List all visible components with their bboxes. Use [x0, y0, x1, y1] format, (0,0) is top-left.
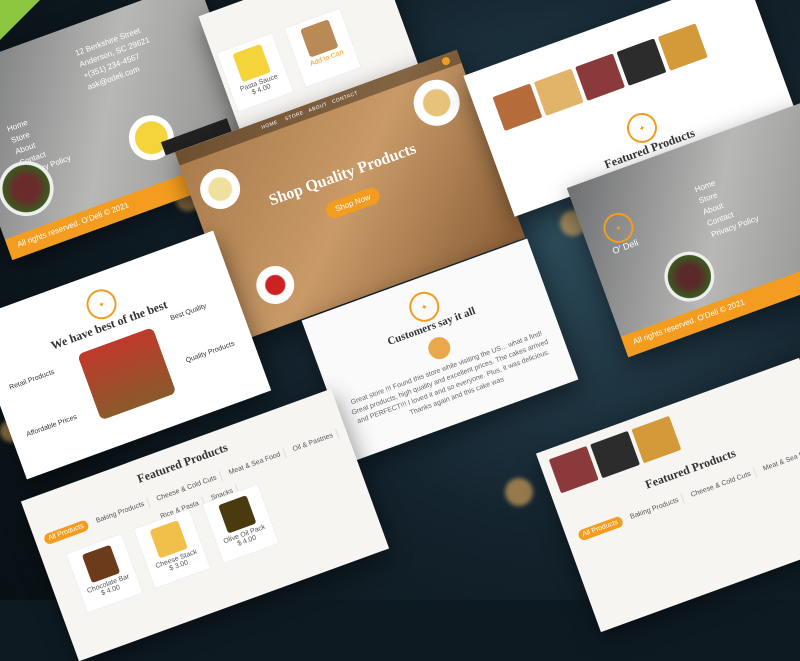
tab-oil[interactable]: Oil & Pastries	[287, 428, 340, 457]
nav-store[interactable]: STORE	[284, 110, 305, 122]
product-card[interactable]: Cheese Stack $ 3.00	[133, 508, 212, 589]
nav-contact[interactable]: CONTACT	[331, 90, 359, 105]
product-photo	[548, 445, 599, 494]
avatar	[425, 334, 454, 363]
tomato-bowl-image	[250, 260, 300, 310]
product-photo	[631, 415, 682, 464]
brand-block: ✦ O' Deli	[599, 208, 641, 257]
footer-links: Home Store About Contact Privacy Policy	[693, 168, 760, 241]
nav-about[interactable]: ABOUT	[308, 101, 329, 113]
featured-card: Featured Products All Products Baking Pr…	[535, 357, 800, 633]
feature-item: Retail Products	[8, 368, 56, 392]
feature-item: Quality Products	[184, 340, 236, 365]
nav-home[interactable]: HOME	[261, 119, 279, 130]
feature-item: Affordable Prices	[25, 413, 78, 439]
gift-basket-image	[77, 327, 177, 421]
mockup-stage: 12 Berkshire Street Anderson, SC 29621 +…	[0, 0, 800, 661]
product-photo	[575, 53, 626, 101]
product-photo	[590, 430, 641, 479]
product-photo	[533, 68, 584, 116]
olive-bowl-image	[657, 244, 722, 309]
product-card[interactable]: Olive Oil Pack $ 4.00	[201, 483, 280, 565]
footer-address: 12 Berkshire Street Anderson, SC 29621 +…	[74, 23, 160, 94]
product-photo	[657, 23, 708, 71]
product-card[interactable]: Add to Cart	[284, 7, 363, 88]
product-photo	[492, 83, 543, 132]
product-photo	[616, 38, 667, 86]
cart-icon[interactable]	[440, 55, 452, 67]
product-card[interactable]: Chocolate Bar $ 4.00	[65, 532, 144, 614]
tab-all-products[interactable]: All Products	[577, 515, 625, 542]
shop-now-button[interactable]: Shop Now	[323, 185, 383, 221]
tab-baking[interactable]: Baking Products	[624, 493, 686, 525]
